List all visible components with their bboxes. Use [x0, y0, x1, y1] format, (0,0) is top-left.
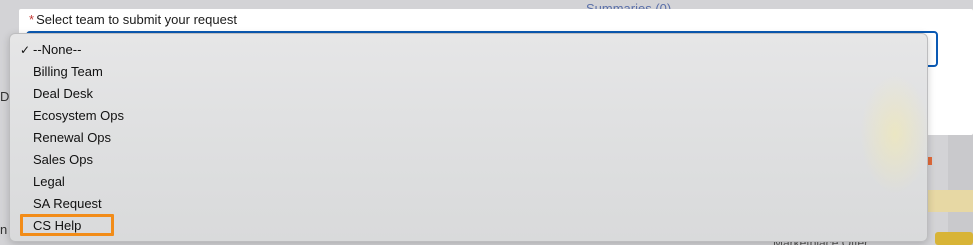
team-select-label: * Select team to submit your request [29, 12, 237, 27]
background-text-left-2: n [0, 222, 8, 237]
option-none[interactable]: ✓ --None-- [10, 39, 927, 61]
required-marker: * [29, 12, 35, 27]
option-legal[interactable]: Legal [10, 171, 927, 193]
option-billing-team[interactable]: Billing Team [10, 61, 927, 83]
option-label: Ecosystem Ops [33, 108, 125, 123]
option-ecosystem-ops[interactable]: Ecosystem Ops [10, 105, 927, 127]
option-renewal-ops[interactable]: Renewal Ops [10, 127, 927, 149]
option-label: SA Request [33, 196, 102, 211]
background-bottom-button[interactable] [935, 232, 973, 245]
cs-help-highlight [20, 214, 114, 236]
option-sales-ops[interactable]: Sales Ops [10, 149, 927, 171]
option-deal-desk[interactable]: Deal Desk [10, 83, 927, 105]
background-banner [925, 190, 973, 212]
screen: Summaries (0) t Di n Marketplace Offer *… [0, 0, 973, 245]
team-select-label-text: Select team to submit your request [36, 12, 237, 27]
option-cs-help[interactable]: CS Help [10, 215, 927, 237]
option-sa-request[interactable]: SA Request [10, 193, 927, 215]
checkmark-icon: ✓ [20, 43, 31, 57]
option-label: --None-- [33, 42, 82, 57]
option-label: Billing Team [33, 64, 103, 79]
option-label: Legal [33, 174, 65, 189]
option-label: Renewal Ops [33, 130, 112, 145]
option-label: Deal Desk [33, 86, 93, 101]
option-label: Sales Ops [33, 152, 93, 167]
team-dropdown-list: ✓ --None-- Billing Team Deal Desk Ecosys… [9, 33, 930, 242]
